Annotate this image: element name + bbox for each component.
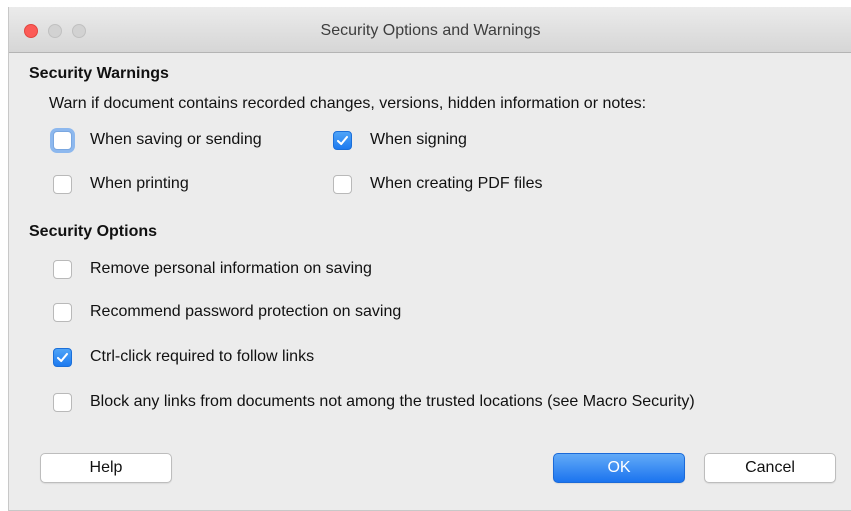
security-warnings-heading: Security Warnings bbox=[29, 65, 169, 82]
checkbox-label: When printing bbox=[90, 175, 189, 192]
window-title: Security Options and Warnings bbox=[320, 22, 541, 39]
security-options-heading: Security Options bbox=[29, 223, 158, 240]
checkbox-box[interactable] bbox=[53, 130, 72, 150]
security-options-dialog: Security Options and Warnings Security W… bbox=[8, 7, 851, 511]
checkmark-icon bbox=[336, 135, 349, 145]
cancel-button[interactable]: Cancel bbox=[704, 453, 836, 483]
checkbox-ctrl-click-follow-links[interactable]: Ctrl-click required to follow links bbox=[53, 345, 314, 369]
checkbox-box[interactable] bbox=[53, 302, 72, 322]
checkbox-box[interactable] bbox=[53, 347, 72, 367]
checkbox-box[interactable] bbox=[333, 174, 352, 194]
ok-button[interactable]: OK bbox=[553, 453, 685, 483]
checkbox-box[interactable] bbox=[53, 259, 72, 279]
checkbox-label: Recommend password protection on saving bbox=[90, 303, 402, 320]
checkbox-label: When creating PDF files bbox=[370, 175, 543, 192]
title-bar[interactable]: Security Options and Warnings bbox=[9, 7, 851, 53]
checkbox-label: Ctrl-click required to follow links bbox=[90, 348, 315, 365]
checkbox-block-untrusted-links[interactable]: Block any links from documents not among… bbox=[53, 390, 695, 414]
checkmark-icon bbox=[56, 352, 69, 362]
checkbox-box[interactable] bbox=[53, 392, 72, 412]
checkbox-when-creating-pdf-files[interactable]: When creating PDF files bbox=[333, 172, 543, 196]
checkbox-box[interactable] bbox=[333, 130, 352, 150]
checkbox-label: Remove personal information on saving bbox=[90, 260, 372, 277]
checkbox-label: When signing bbox=[370, 131, 467, 148]
checkbox-recommend-password-protection[interactable]: Recommend password protection on saving bbox=[53, 300, 401, 324]
checkbox-when-saving-or-sending[interactable]: When saving or sending bbox=[53, 128, 262, 152]
checkbox-when-printing[interactable]: When printing bbox=[53, 172, 189, 196]
checkbox-label: When saving or sending bbox=[90, 131, 262, 148]
warnings-description: Warn if document contains recorded chang… bbox=[49, 95, 647, 112]
checkbox-label: Block any links from documents not among… bbox=[90, 393, 695, 410]
checkbox-remove-personal-information[interactable]: Remove personal information on saving bbox=[53, 257, 372, 281]
help-button[interactable]: Help bbox=[40, 453, 172, 483]
checkbox-when-signing[interactable]: When signing bbox=[333, 128, 467, 152]
checkbox-box[interactable] bbox=[53, 174, 72, 194]
